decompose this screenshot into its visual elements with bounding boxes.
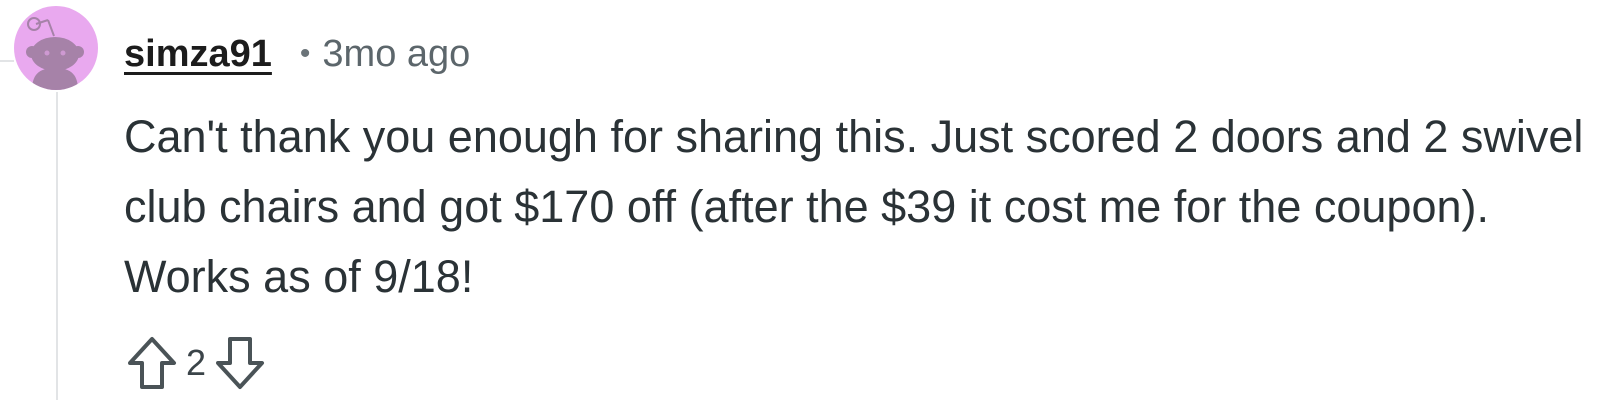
downvote-button[interactable] bbox=[212, 335, 268, 391]
vote-score: 2 bbox=[186, 342, 207, 383]
arrow-down-icon bbox=[216, 337, 265, 389]
avatar[interactable] bbox=[14, 6, 98, 90]
comment: simza91 • 3mo ago Can't thank you enough… bbox=[0, 0, 1600, 400]
snoo-avatar-icon bbox=[26, 17, 84, 90]
comment-body: Can't thank you enough for sharing this.… bbox=[124, 111, 1584, 302]
arrow-up-icon bbox=[128, 337, 176, 389]
comment-meta: simza91 • 3mo ago bbox=[124, 26, 470, 82]
vote-bar: 2 bbox=[124, 332, 268, 394]
thread-line[interactable] bbox=[56, 92, 58, 400]
upvote-button[interactable] bbox=[124, 335, 180, 391]
comment-timestamp[interactable]: 3mo ago bbox=[322, 33, 470, 76]
thread-branch-line bbox=[0, 60, 14, 62]
username-link[interactable]: simza91 bbox=[124, 33, 272, 76]
meta-separator: • bbox=[299, 37, 311, 70]
